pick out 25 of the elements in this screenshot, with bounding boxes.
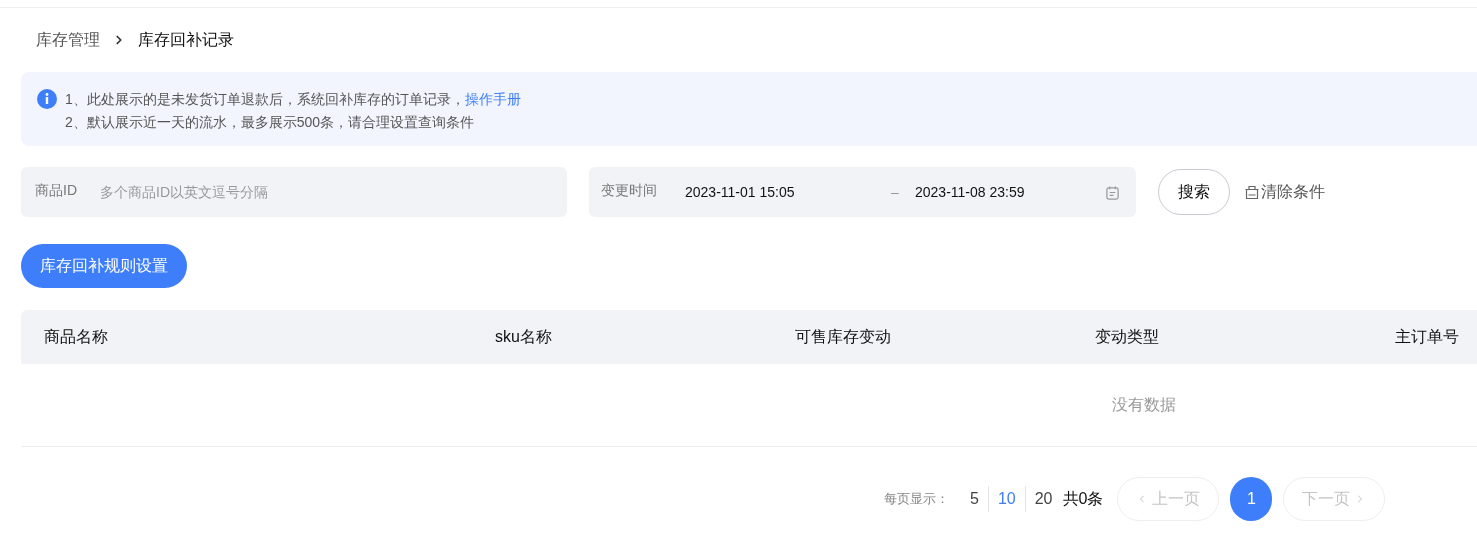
page-size-label: 每页显示：: [884, 490, 949, 509]
field-label: 商品ID: [35, 181, 77, 200]
breadcrumb-item: 库存回补记录: [138, 30, 234, 50]
info-icon: [37, 89, 57, 109]
breadcrumb-item[interactable]: 库存管理: [36, 28, 100, 52]
basket-icon: [1244, 184, 1260, 200]
notice-text: 2、默认展示近一天的流水，最多展示500条，请合理设置查询条件: [65, 113, 476, 132]
page-size-option[interactable]: 5: [961, 487, 988, 511]
replenish-rules-button[interactable]: 库存回补规则设置: [21, 244, 187, 288]
column-header: sku名称: [495, 328, 552, 345]
total-count: 共0条: [1062, 489, 1104, 509]
notice-text: 1、此处展示的是未发货订单退款后，系统回补库存的订单记录，: [65, 90, 465, 109]
clear-filters-button[interactable]: 清除条件: [1244, 180, 1325, 204]
empty-message: 没有数据: [1112, 395, 1176, 415]
manual-link[interactable]: 操作手册: [464, 88, 521, 111]
calendar-icon[interactable]: [1105, 184, 1120, 200]
column-header: 商品名称: [44, 328, 108, 345]
date-range-field[interactable]: 变更时间 2023-11-01 15:05 – 2023-11-08 23:59: [589, 167, 1136, 217]
column-header: 可售库存变动: [795, 328, 891, 345]
search-button[interactable]: 搜索: [1158, 169, 1230, 215]
page-size-option[interactable]: 10: [988, 487, 1025, 511]
page-number[interactable]: 1: [1230, 477, 1273, 521]
column-header: 变动类型: [1095, 328, 1159, 345]
column-header: 主订单号: [1395, 328, 1459, 345]
page-size-option[interactable]: 20: [1025, 487, 1062, 511]
